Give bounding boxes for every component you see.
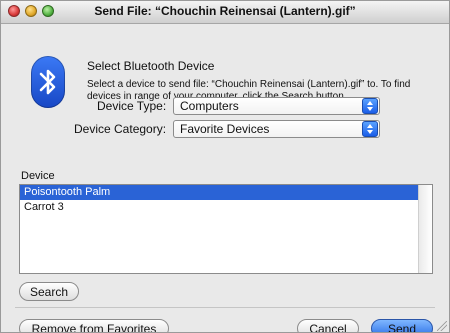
vertical-scrollbar[interactable] (418, 185, 432, 273)
cancel-button[interactable]: Cancel (297, 319, 359, 332)
device-type-label: Device Type: (97, 99, 167, 113)
send-button[interactable]: Send (371, 319, 433, 332)
header-title: Select Bluetooth Device (87, 59, 215, 73)
device-type-value: Computers (180, 99, 239, 113)
list-item[interactable]: Carrot 3 (20, 200, 418, 215)
popup-stepper-icon (362, 98, 378, 114)
resize-grip-icon[interactable] (437, 321, 447, 331)
list-item[interactable]: Poisontooth Palm (20, 185, 418, 200)
device-category-value: Favorite Devices (180, 122, 270, 136)
device-list[interactable]: Poisontooth Palm Carrot 3 (19, 184, 433, 274)
title-bar[interactable]: Send File: “Chouchin Reinensai (Lantern)… (1, 1, 449, 24)
device-category-select[interactable]: Favorite Devices (173, 120, 380, 138)
window-title: Send File: “Chouchin Reinensai (Lantern)… (94, 4, 356, 18)
device-list-header: Device (21, 170, 55, 182)
search-button[interactable]: Search (19, 282, 79, 301)
dialog-content: Select Bluetooth Device Select a device … (1, 24, 449, 332)
device-category-label: Device Category: (74, 122, 167, 136)
bluetooth-icon (31, 56, 65, 108)
send-file-dialog: Send File: “Chouchin Reinensai (Lantern)… (0, 0, 450, 333)
divider (15, 307, 435, 308)
device-type-select[interactable]: Computers (173, 97, 380, 115)
remove-from-favorites-button[interactable]: Remove from Favorites (19, 319, 169, 332)
popup-stepper-icon (362, 121, 378, 137)
